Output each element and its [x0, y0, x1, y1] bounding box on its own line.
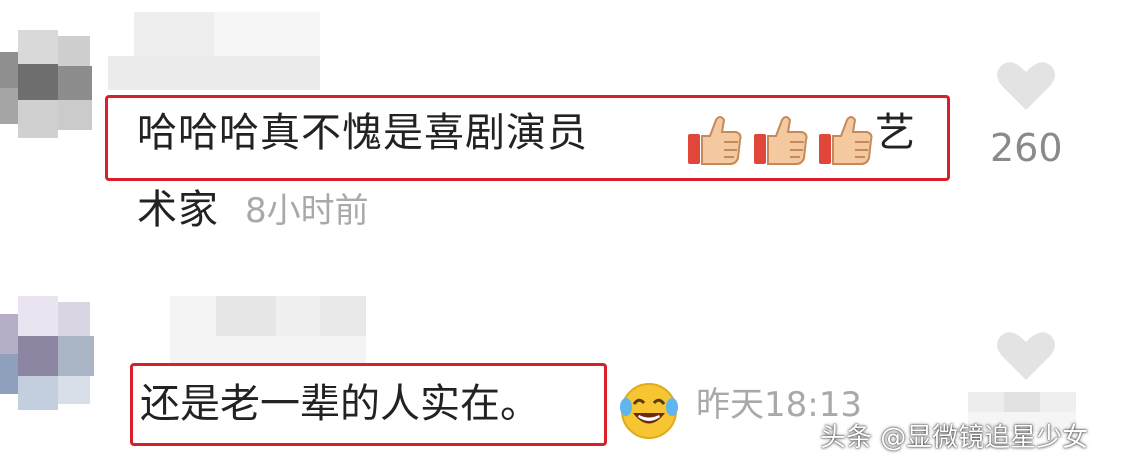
comment-text: 还是老一辈的人实在。: [140, 381, 540, 427]
comment-text-line1: 哈哈哈真不愧是喜剧演员: [137, 113, 588, 153]
thumbs-up-icon: [684, 112, 744, 168]
thumbs-up-icon: [750, 112, 810, 168]
username-blurred[interactable]: [170, 296, 370, 366]
laughing-crying-icon: [618, 380, 680, 442]
heart-icon[interactable]: [996, 330, 1056, 382]
comment-text: 哈哈哈真不愧是喜剧演员: [137, 110, 588, 156]
comment-timestamp: 昨天18:13: [696, 385, 862, 425]
like-count: 260: [990, 126, 1063, 170]
heart-icon[interactable]: [996, 60, 1056, 112]
comment-text-tail: 艺: [875, 110, 916, 156]
comment-text-line2: 术家: [137, 187, 219, 233]
watermark: 头条 @显微镜追星少女: [820, 423, 1089, 453]
comment-timestamp: 8小时前: [245, 191, 369, 231]
avatar[interactable]: [0, 296, 100, 416]
thumbs-up-icon: [815, 112, 875, 168]
username-blurred[interactable]: [108, 12, 323, 90]
avatar[interactable]: [0, 30, 100, 142]
